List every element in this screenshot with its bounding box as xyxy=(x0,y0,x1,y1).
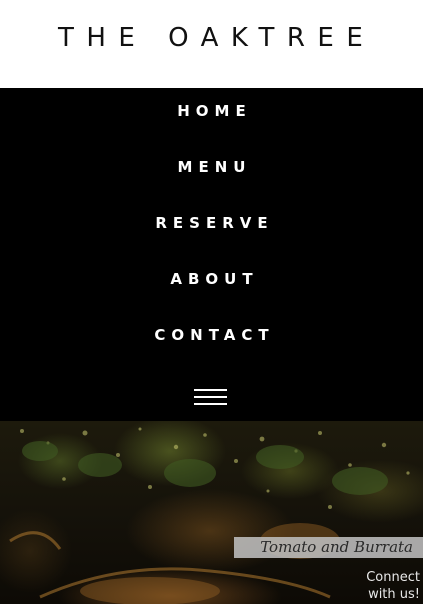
hamburger-menu-icon[interactable] xyxy=(194,387,228,409)
connect-line-1: Connect xyxy=(366,570,420,585)
nav-item-reserve[interactable]: RESERVE xyxy=(0,213,423,233)
page: THE OAKTREE HOME MENU RESERVE ABOUT CONT… xyxy=(0,0,423,604)
hero-caption: Tomato and Burrata xyxy=(234,537,423,558)
site-header: THE OAKTREE xyxy=(0,0,423,88)
nav-item-home[interactable]: HOME xyxy=(0,101,423,121)
main-navigation: HOME MENU RESERVE ABOUT CONTACT xyxy=(0,88,423,421)
nav-item-contact[interactable]: CONTACT xyxy=(0,325,423,345)
nav-item-about[interactable]: ABOUT xyxy=(0,269,423,289)
nav-item-menu[interactable]: MENU xyxy=(0,157,423,177)
connect-line-2: with us! xyxy=(368,587,420,602)
connect-with-us-link[interactable]: Connect with us! xyxy=(360,569,423,604)
hamburger-line xyxy=(194,389,227,391)
hamburger-line xyxy=(194,403,227,405)
site-logo[interactable]: THE OAKTREE xyxy=(58,22,375,54)
hamburger-line xyxy=(194,396,227,398)
